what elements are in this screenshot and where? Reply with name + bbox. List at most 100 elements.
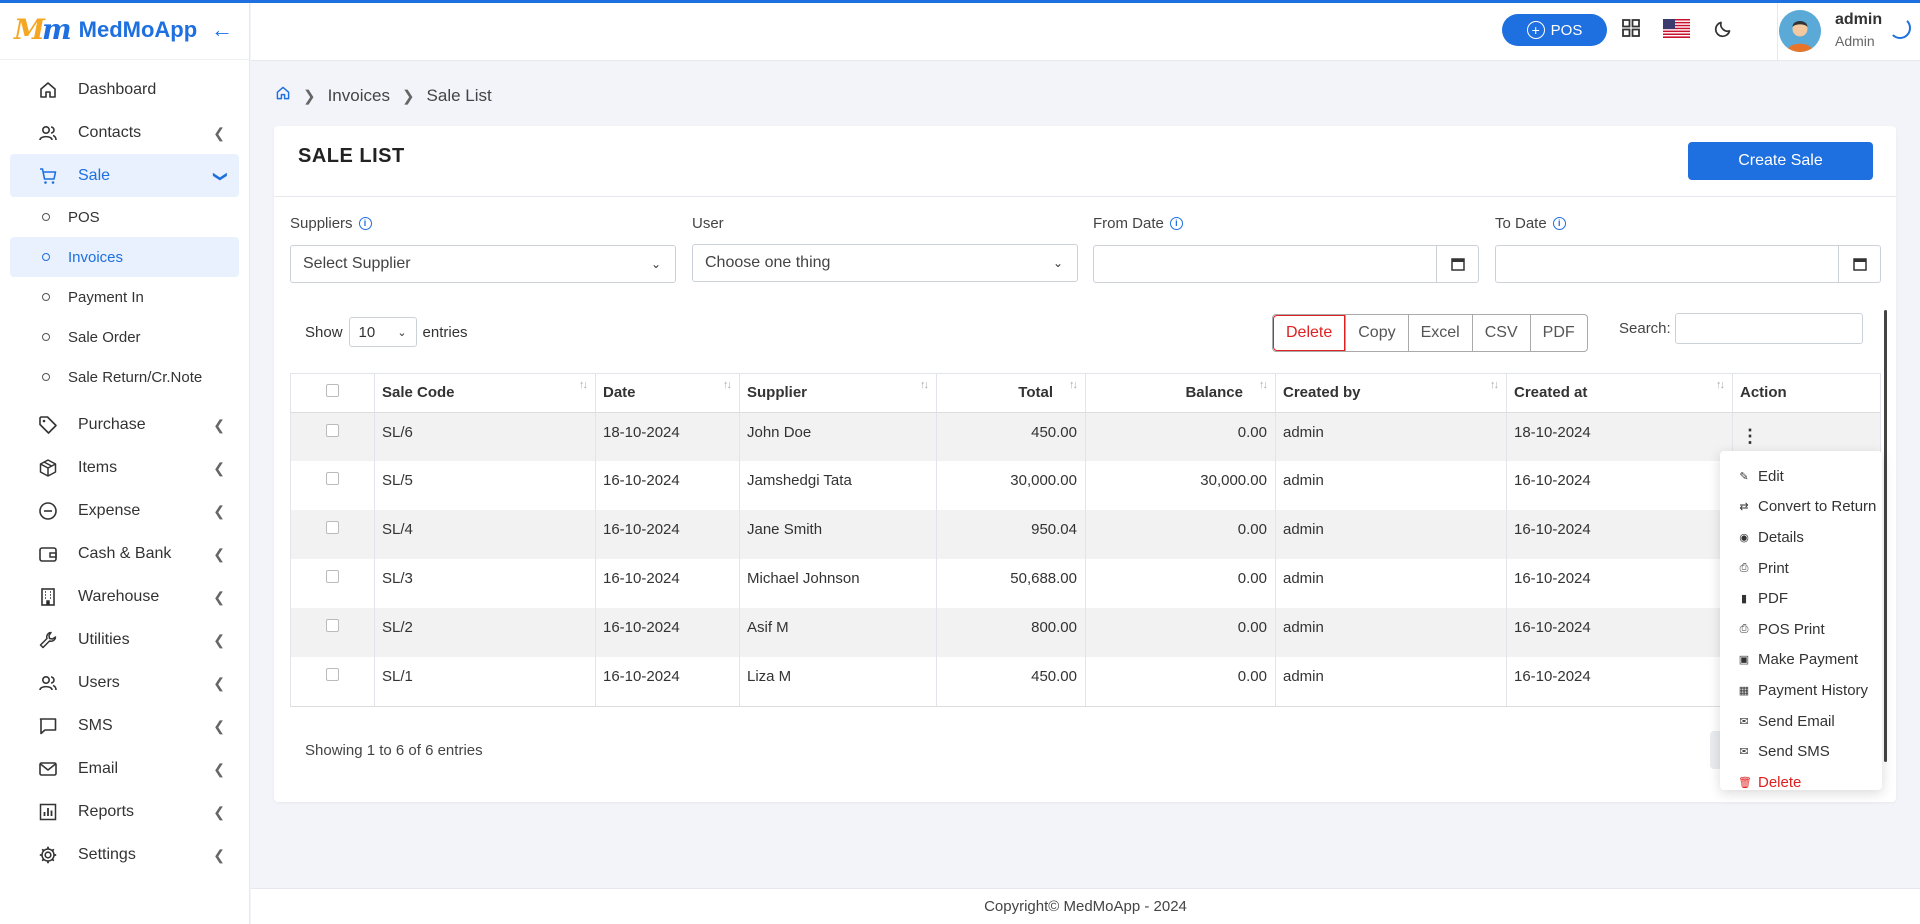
- menu-item-make-payment[interactable]: ▣ Make Payment: [1720, 645, 1882, 676]
- users-icon: [36, 671, 60, 695]
- menu-item-send-email[interactable]: ✉ Send Email: [1720, 706, 1882, 737]
- col-supplier[interactable]: Supplier ↑↓: [739, 373, 937, 413]
- more-vertical-icon[interactable]: ⋮: [1740, 427, 1760, 445]
- col-created-at[interactable]: Created at ↑↓: [1506, 373, 1733, 413]
- footer: Copyright© MedMoApp - 2024: [251, 888, 1920, 924]
- us-flag-icon[interactable]: [1663, 19, 1690, 42]
- menu-item-delete[interactable]: 🗑 Delete: [1720, 767, 1882, 790]
- chevron-down-icon: ⌄: [1052, 256, 1063, 270]
- sidebar-item-contacts[interactable]: Contacts ❮: [10, 111, 239, 154]
- sidebar-item-purchase[interactable]: Purchase ❮: [10, 403, 239, 446]
- collapse-sidebar-icon[interactable]: ←: [211, 17, 233, 43]
- menu-item-convert-to-return[interactable]: ⇄ Convert to Return: [1720, 492, 1882, 523]
- supplier-select[interactable]: Select Supplier ⌄: [290, 245, 676, 283]
- table-header-row: Sale Code ↑↓ Date ↑↓ Supplier ↑↓ Total ↑↓ Ba…: [290, 373, 1881, 413]
- cart-icon: [36, 164, 60, 188]
- sidebar-item-sale[interactable]: Sale ❮: [10, 154, 239, 197]
- from-date-label-text: From Date: [1093, 214, 1164, 232]
- create-sale-button[interactable]: Create Sale: [1688, 142, 1873, 180]
- user-name[interactable]: admin: [1835, 11, 1882, 29]
- row-checkbox[interactable]: [326, 423, 339, 437]
- breadcrumb-invoices[interactable]: Invoices: [328, 86, 390, 106]
- sidebar-item-dashboard[interactable]: Dashboard: [10, 68, 239, 111]
- cell-sale-code: SL/4: [374, 510, 596, 559]
- cell-created-by: admin: [1275, 412, 1507, 461]
- from-date-input[interactable]: [1093, 245, 1479, 283]
- csv-button[interactable]: CSV: [1471, 315, 1530, 351]
- sidebar-item-cash-bank[interactable]: Cash & Bank ❮: [10, 532, 239, 575]
- copy-button[interactable]: Copy: [1345, 315, 1407, 351]
- user-select[interactable]: Choose one thing ⌄: [692, 244, 1078, 282]
- cash-icon: ▣: [1738, 654, 1750, 667]
- sidebar-item-email[interactable]: Email ❮: [10, 747, 239, 790]
- sidebar-item-warehouse[interactable]: Warehouse ❮: [10, 575, 239, 618]
- sidebar-item-users[interactable]: Users ❮: [10, 661, 239, 704]
- row-checkbox[interactable]: [326, 570, 339, 583]
- menu-item-print[interactable]: ⎙ Print: [1720, 553, 1882, 584]
- col-created-by[interactable]: Created by ↑↓: [1275, 373, 1507, 413]
- info-icon[interactable]: i: [358, 216, 372, 230]
- menu-item-label: Make Payment: [1758, 651, 1859, 669]
- cell-supplier: Liza M: [739, 657, 937, 707]
- info-icon[interactable]: i: [1169, 216, 1183, 230]
- row-checkbox[interactable]: [326, 521, 339, 534]
- sidebar-subitem-pos[interactable]: POS: [10, 197, 239, 237]
- menu-item-details[interactable]: ◉ Details: [1720, 522, 1882, 553]
- table-row[interactable]: SL/5 16-10-2024 Jamshedgi Tata 30,000.00…: [290, 461, 1881, 510]
- table-row[interactable]: SL/1 16-10-2024 Liza M 450.00 0.00 admin…: [290, 657, 1881, 707]
- menu-item-send-sms[interactable]: ✉ Send SMS: [1720, 736, 1882, 767]
- to-date-input[interactable]: [1495, 245, 1881, 283]
- sidebar-subitem-invoices[interactable]: Invoices: [10, 237, 239, 277]
- table-row[interactable]: SL/3 16-10-2024 Michael Johnson 50,688.0…: [290, 559, 1881, 608]
- table-row[interactable]: SL/2 16-10-2024 Asif M 800.00 0.00 admin…: [290, 608, 1881, 657]
- info-icon[interactable]: i: [1552, 216, 1566, 230]
- cell-sale-code: SL/3: [374, 559, 596, 608]
- menu-item-pdf[interactable]: ▮ PDF: [1720, 583, 1882, 614]
- pos-button[interactable]: + POS: [1502, 14, 1607, 46]
- chart-icon: [36, 800, 60, 824]
- calendar-icon[interactable]: [1838, 246, 1880, 282]
- table-row[interactable]: SL/4 16-10-2024 Jane Smith 950.04 0.00 a…: [290, 510, 1881, 559]
- search-input[interactable]: [1675, 313, 1863, 344]
- sidebar-subitem-payment-in[interactable]: Payment In: [10, 277, 239, 317]
- menu-item-pos-print[interactable]: ⎙ POS Print: [1720, 614, 1882, 645]
- col-label: Sale Code: [382, 383, 455, 401]
- pdf-button[interactable]: PDF: [1529, 315, 1587, 351]
- col-date[interactable]: Date ↑↓: [595, 373, 740, 413]
- sidebar-subitem-sale-return[interactable]: Sale Return/Cr.Note: [10, 357, 239, 397]
- sidebar-item-label: Users: [78, 673, 120, 691]
- calendar-icon[interactable]: [1436, 246, 1478, 282]
- col-sale-code[interactable]: Sale Code ↑↓: [374, 373, 596, 413]
- entries-per-page-select[interactable]: 10 ⌄: [348, 317, 417, 347]
- sidebar-item-expense[interactable]: Expense ❮: [10, 489, 239, 532]
- cell-date: 16-10-2024: [595, 510, 740, 559]
- moon-icon[interactable]: [1714, 18, 1734, 42]
- excel-button[interactable]: Excel: [1407, 315, 1472, 351]
- avatar[interactable]: [1779, 10, 1821, 52]
- cell-supplier: Jane Smith: [739, 510, 937, 559]
- col-balance[interactable]: Balance ↑↓: [1085, 373, 1276, 413]
- row-checkbox[interactable]: [326, 472, 339, 485]
- apps-grid-icon[interactable]: [1621, 18, 1641, 42]
- menu-item-payment-history[interactable]: ▦ Payment History: [1720, 675, 1882, 706]
- sidebar-item-items[interactable]: Items ❮: [10, 446, 239, 489]
- select-all-checkbox[interactable]: [326, 383, 339, 397]
- home-icon[interactable]: [275, 85, 291, 106]
- row-checkbox[interactable]: [326, 668, 339, 681]
- menu-item-edit[interactable]: ✎ Edit: [1720, 461, 1882, 492]
- sidebar-item-settings[interactable]: Settings ❮: [10, 833, 239, 876]
- cell-total: 800.00: [936, 608, 1086, 657]
- chevron-right-icon: ❯: [303, 87, 316, 105]
- col-total[interactable]: Total ↑↓: [936, 373, 1086, 413]
- table-row[interactable]: SL/6 18-10-2024 John Doe 450.00 0.00 adm…: [290, 412, 1881, 461]
- sidebar-item-utilities[interactable]: Utilities ❮: [10, 618, 239, 661]
- sidebar-subitem-sale-order[interactable]: Sale Order: [10, 317, 239, 357]
- scrollbar[interactable]: [1884, 310, 1887, 762]
- sidebar-item-sms[interactable]: SMS ❮: [10, 704, 239, 747]
- row-checkbox[interactable]: [326, 619, 339, 632]
- delete-selected-button[interactable]: Delete: [1273, 315, 1346, 351]
- brand[interactable]: Mm MedMoApp ←: [0, 0, 249, 60]
- select-all-cell: [290, 373, 375, 413]
- chevron-left-icon: ❮: [213, 589, 225, 605]
- sidebar-item-reports[interactable]: Reports ❮: [10, 790, 239, 833]
